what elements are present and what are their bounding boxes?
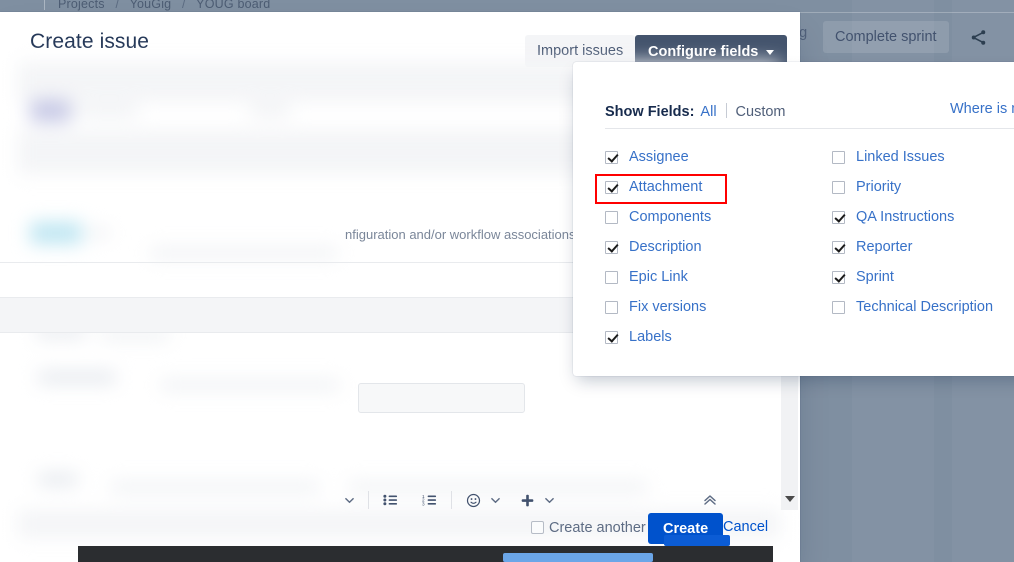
field-label: Priority [856, 179, 902, 195]
checkbox-epic-link[interactable] [605, 270, 618, 284]
screenshot-root: Projects / YouGig / YOUG board ng Comple… [0, 0, 1014, 562]
checkbox-priority[interactable] [832, 180, 845, 194]
field-row-linked-issues[interactable]: Linked Issues [832, 142, 993, 172]
field-label: Components [629, 209, 712, 225]
scroll-down-arrow-icon[interactable] [785, 496, 795, 502]
popup-divider [605, 128, 1014, 129]
cancel-button[interactable]: Cancel [723, 519, 768, 535]
breadcrumb-left-divider [44, 0, 45, 10]
field-label: Reporter [856, 239, 913, 255]
field-row-description[interactable]: Description [605, 232, 711, 262]
field-row-sprint[interactable]: Sprint [832, 262, 993, 292]
field-list-left: Assignee Attachment Components Description E… [594, 142, 728, 352]
emoji-icon[interactable] [461, 493, 486, 508]
field-label: Description [629, 239, 702, 255]
numbered-list-icon[interactable]: 1 2 3 [417, 493, 442, 507]
create-another-checkbox[interactable] [531, 521, 544, 534]
plus-icon[interactable] [515, 493, 540, 508]
field-label: Linked Issues [856, 149, 945, 165]
field-label: Attachment [629, 179, 703, 195]
show-fields-header: Show Fields: All Custom [605, 101, 786, 120]
field-list-right: Linked Issues Priority QA Instructions Repo… [832, 142, 993, 322]
checkbox-qa-instructions[interactable] [832, 210, 845, 224]
bottom-dark-strip [78, 546, 773, 562]
toolbar-divider [451, 491, 452, 509]
checkbox-labels[interactable] [605, 330, 618, 344]
configure-fields-label: Configure fields [648, 43, 759, 60]
field-row-technical-description[interactable]: Technical Description [832, 292, 993, 322]
field-row-qa-instructions[interactable]: QA Instructions [832, 202, 993, 232]
breadcrumb-item-yougig[interactable]: YouGig [130, 0, 172, 11]
checkbox-sprint[interactable] [832, 270, 845, 284]
breadcrumb: Projects / YouGig / YOUG board [58, 0, 270, 11]
checkbox-description[interactable] [605, 240, 618, 254]
chevron-down-icon[interactable] [340, 496, 359, 505]
bullet-list-icon[interactable] [378, 493, 403, 507]
share-icon[interactable] [963, 22, 993, 52]
tab-custom[interactable]: Custom [736, 104, 786, 120]
field-row-attachment[interactable]: Attachment [594, 172, 728, 204]
breadcrumb-item-youg-board[interactable]: YOUG board [196, 0, 270, 11]
checkbox-assignee[interactable] [605, 150, 618, 164]
breadcrumb-separator: / [182, 0, 186, 11]
field-label: Technical Description [856, 299, 994, 315]
emoji-chevron-icon[interactable] [486, 496, 505, 505]
show-fields-label: Show Fields: [605, 104, 695, 120]
field-helper-text: nfiguration and/or workflow associations [345, 227, 576, 242]
tab-all[interactable]: All [700, 104, 716, 120]
plus-chevron-icon[interactable] [540, 496, 559, 505]
field-row-labels[interactable]: Labels [605, 322, 711, 352]
field-row-assignee[interactable]: Assignee [605, 142, 711, 172]
field-label: Labels [629, 329, 672, 345]
field-row-reporter[interactable]: Reporter [832, 232, 993, 262]
tab-divider [725, 103, 727, 118]
field-row-priority[interactable]: Priority [832, 172, 993, 202]
field-label: Sprint [856, 269, 894, 285]
import-issues-label: Import issues [537, 43, 624, 59]
background-blue-tab [664, 535, 730, 546]
field-row-epic-link[interactable]: Epic Link [605, 262, 711, 292]
complete-sprint-button[interactable]: Complete sprint [823, 21, 949, 53]
create-another-label: Create another [549, 520, 646, 536]
bottom-strip-highlight [503, 553, 653, 562]
configure-fields-popup: Show Fields: All Custom Where is my fie … [573, 62, 1014, 376]
breadcrumb-separator: / [115, 0, 120, 11]
field-label: Epic Link [629, 269, 688, 285]
checkbox-fix-versions[interactable] [605, 300, 618, 314]
field-label: QA Instructions [856, 209, 955, 225]
text-input-field[interactable] [358, 383, 525, 413]
checkbox-reporter[interactable] [832, 240, 845, 254]
checkbox-attachment[interactable] [605, 180, 618, 194]
field-label: Assignee [629, 149, 689, 165]
checkbox-components[interactable] [605, 210, 618, 224]
toolbar-divider [368, 491, 369, 509]
where-is-my-field-link[interactable]: Where is my fie [950, 101, 1014, 117]
checkbox-linked-issues[interactable] [832, 150, 845, 164]
complete-sprint-label: Complete sprint [835, 29, 937, 45]
page-title: Create issue [30, 30, 150, 53]
collapse-toolbar-icon[interactable] [698, 493, 722, 507]
field-label: Fix versions [629, 299, 707, 315]
field-row-fix-versions[interactable]: Fix versions [605, 292, 711, 322]
breadcrumb-item-projects[interactable]: Projects [58, 0, 105, 11]
chevron-down-icon [766, 50, 775, 55]
checkbox-technical-description[interactable] [832, 300, 845, 314]
field-row-components[interactable]: Components [605, 202, 711, 232]
svg-text:3: 3 [422, 502, 425, 507]
